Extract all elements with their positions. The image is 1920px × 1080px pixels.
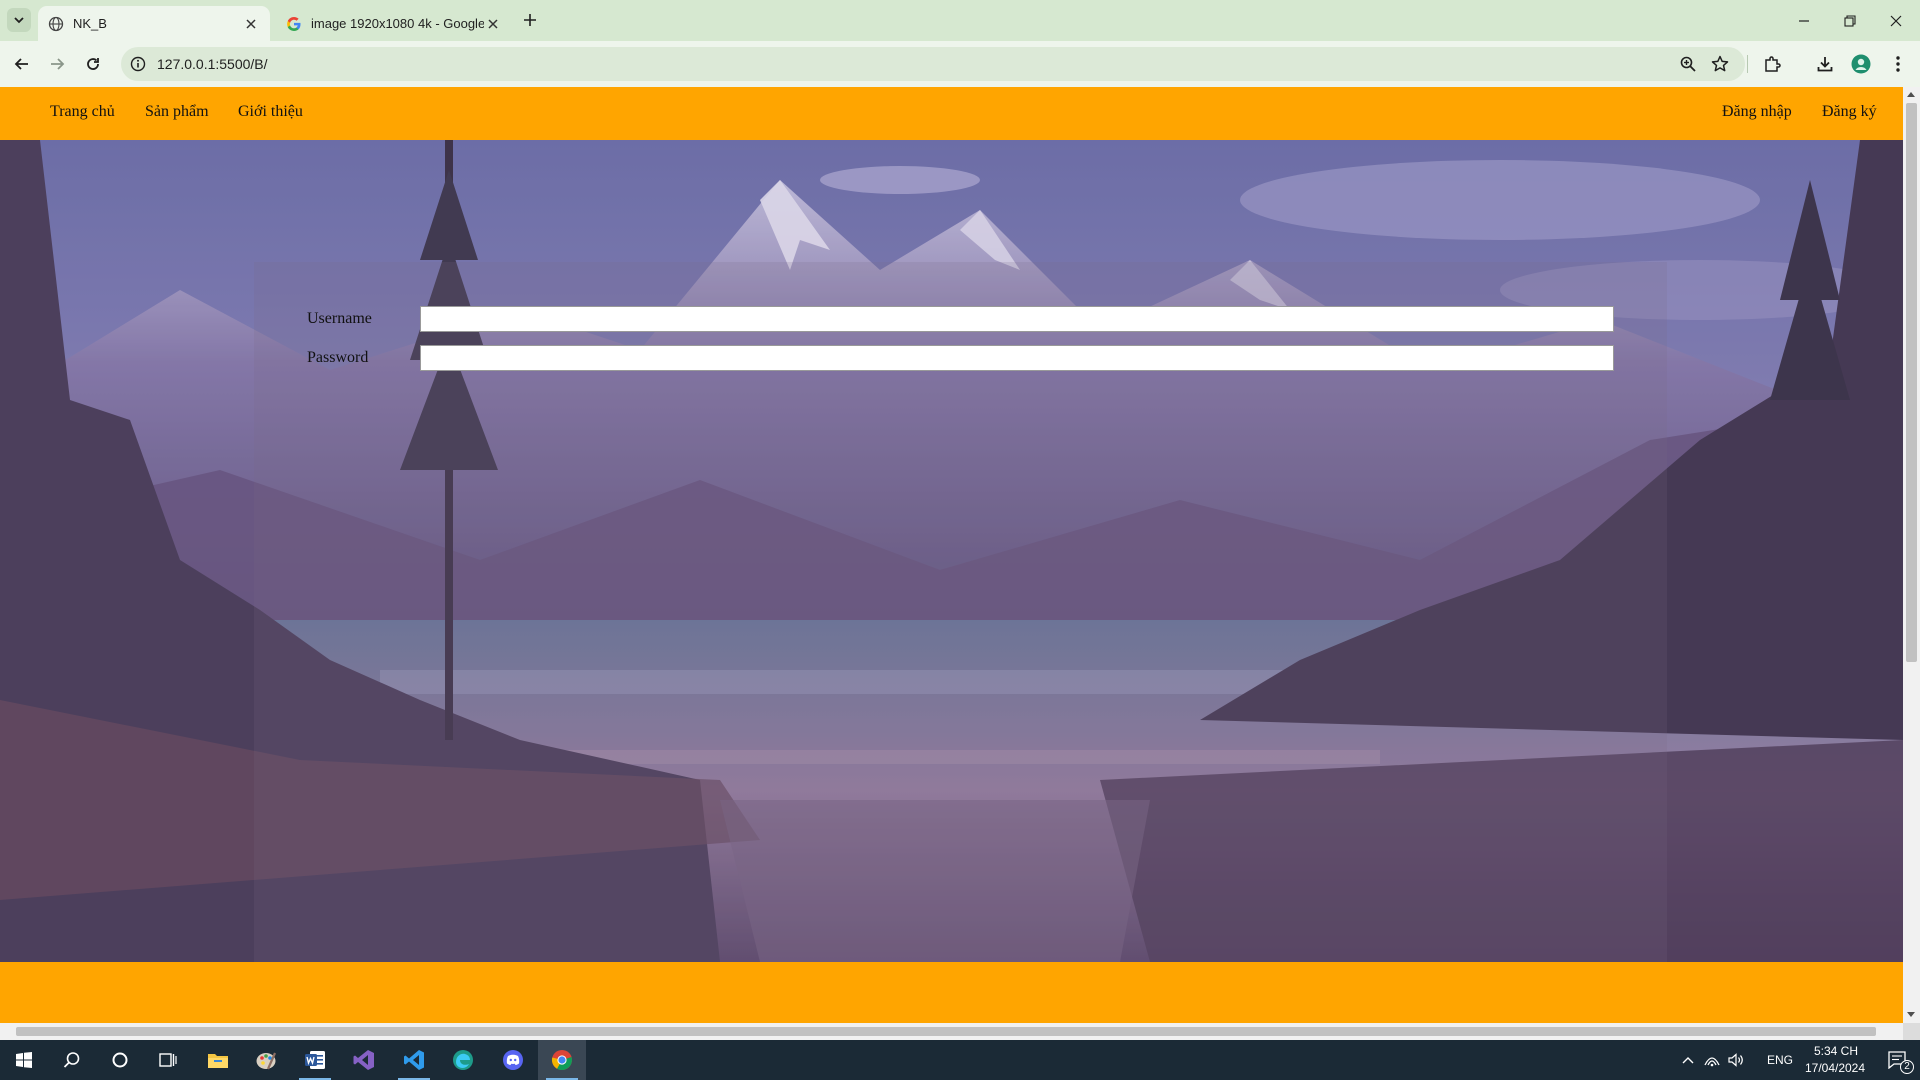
username-input[interactable] [420, 306, 1614, 332]
chevron-down-icon [14, 17, 24, 24]
nav-link-home[interactable]: Trang chủ [50, 103, 115, 121]
arrow-right-icon [51, 58, 65, 70]
vscode-icon [404, 1050, 424, 1070]
tab-google-images[interactable]: image 1920x1080 4k - Google [276, 6, 512, 41]
file-explorer-icon [208, 1054, 228, 1068]
reload-icon [87, 58, 99, 70]
nav-link-products[interactable]: Sản phẩm [145, 103, 209, 121]
tab-search-button[interactable] [7, 8, 31, 32]
taskbar-search-button[interactable] [48, 1040, 96, 1080]
username-label: Username [307, 310, 372, 327]
scroll-down-arrow-icon[interactable] [1907, 1012, 1915, 1017]
minimize-button[interactable] [1781, 0, 1827, 41]
kebab-menu-icon [1896, 56, 1900, 72]
speaker-icon [1728, 1053, 1743, 1067]
puzzle-icon [1765, 56, 1781, 72]
edge-icon [453, 1050, 473, 1070]
globe-icon [48, 16, 64, 31]
horizontal-scrollbar[interactable] [0, 1023, 1903, 1040]
address-bar[interactable]: 127.0.0.1:5500/B/ [121, 47, 1745, 81]
wifi-icon [1704, 1057, 1720, 1067]
task-view-button[interactable] [144, 1040, 192, 1080]
visual-studio-button[interactable] [340, 1040, 388, 1080]
avatar-icon [1851, 54, 1871, 74]
downloads-button[interactable] [1813, 52, 1837, 76]
toolbar-divider [1747, 55, 1748, 73]
search-icon [63, 1052, 80, 1068]
cortana-button[interactable] [96, 1040, 144, 1080]
reload-button[interactable] [79, 50, 107, 78]
new-tab-button[interactable] [518, 8, 542, 32]
vscode-button[interactable] [390, 1040, 438, 1080]
plus-icon [524, 14, 536, 26]
scrollbar-corner [1903, 1023, 1920, 1040]
task-view-icon [159, 1053, 177, 1067]
minimize-icon [1799, 19, 1809, 22]
vertical-scrollbar[interactable] [1903, 87, 1920, 1023]
arrow-left-icon [14, 58, 28, 70]
paint-button[interactable] [242, 1040, 290, 1080]
google-icon [287, 16, 301, 31]
scroll-up-arrow-icon[interactable] [1907, 92, 1915, 97]
volume-button[interactable] [1724, 1040, 1748, 1080]
hero-background: Username Password [0, 140, 1903, 962]
page-viewport: Trang chủ Sản phẩm Giới thiệu Đăng nhập … [0, 87, 1903, 1023]
browser-menu-button[interactable] [1886, 52, 1910, 76]
bookmark-star-icon[interactable] [1711, 55, 1729, 73]
vertical-scroll-thumb[interactable] [1906, 103, 1917, 662]
tab-title: NK_B [73, 16, 107, 31]
paint-icon [256, 1052, 277, 1070]
browser-toolbar: 127.0.0.1:5500/B/ [0, 41, 1920, 87]
word-icon [305, 1051, 325, 1069]
chrome-button[interactable] [538, 1040, 586, 1080]
forward-button[interactable] [43, 50, 71, 78]
close-tab-icon[interactable] [242, 15, 260, 33]
notification-count-badge: 2 [1900, 1060, 1914, 1074]
network-button[interactable] [1700, 1040, 1724, 1080]
site-info-icon[interactable] [130, 56, 146, 72]
show-hidden-icons-button[interactable] [1676, 1040, 1700, 1080]
windows-start-icon [16, 1052, 32, 1068]
edge-button[interactable] [439, 1040, 487, 1080]
site-footer [0, 962, 1903, 1023]
clock-time[interactable]: 5:34 CH [1808, 1044, 1864, 1058]
password-input[interactable] [420, 345, 1614, 371]
close-window-button[interactable] [1873, 0, 1919, 41]
nav-link-register[interactable]: Đăng ký [1822, 103, 1877, 121]
zoom-icon[interactable] [1679, 55, 1697, 73]
password-label: Password [307, 349, 369, 366]
action-center-button[interactable]: 2 [1876, 1040, 1920, 1080]
browser-tab-strip: NK_B image 1920x1080 4k - Google [0, 0, 1920, 41]
url-text: 127.0.0.1:5500/B/ [157, 56, 268, 72]
cortana-icon [112, 1052, 128, 1068]
close-tab-icon[interactable] [484, 15, 502, 33]
discord-button[interactable] [489, 1040, 537, 1080]
download-icon [1817, 57, 1833, 72]
windows-taskbar: ENG 5:34 CH 17/04/2024 2 [0, 1040, 1920, 1080]
chevron-up-icon [1682, 1057, 1694, 1064]
nav-link-about[interactable]: Giới thiệu [238, 103, 303, 121]
profile-button[interactable] [1849, 52, 1873, 76]
word-button[interactable] [291, 1040, 339, 1080]
back-button[interactable] [8, 50, 36, 78]
close-icon [1890, 15, 1902, 26]
login-panel: Username Password [254, 262, 1667, 962]
nav-link-login[interactable]: Đăng nhập [1722, 103, 1792, 121]
site-navbar: Trang chủ Sản phẩm Giới thiệu Đăng nhập … [0, 87, 1903, 140]
chrome-icon [551, 1050, 572, 1071]
tab-nk-b[interactable]: NK_B [38, 6, 270, 41]
restore-icon [1844, 14, 1856, 27]
input-language-indicator[interactable]: ENG [1767, 1053, 1793, 1067]
tab-title: image 1920x1080 4k - Google [311, 16, 484, 31]
restore-button[interactable] [1827, 0, 1873, 41]
clock-date[interactable]: 17/04/2024 [1802, 1061, 1868, 1075]
discord-icon [503, 1050, 523, 1070]
horizontal-scroll-thumb[interactable] [16, 1027, 1876, 1036]
extensions-button[interactable] [1760, 52, 1784, 76]
start-button[interactable] [0, 1040, 48, 1080]
file-explorer-button[interactable] [194, 1040, 242, 1080]
visual-studio-icon [353, 1050, 374, 1070]
